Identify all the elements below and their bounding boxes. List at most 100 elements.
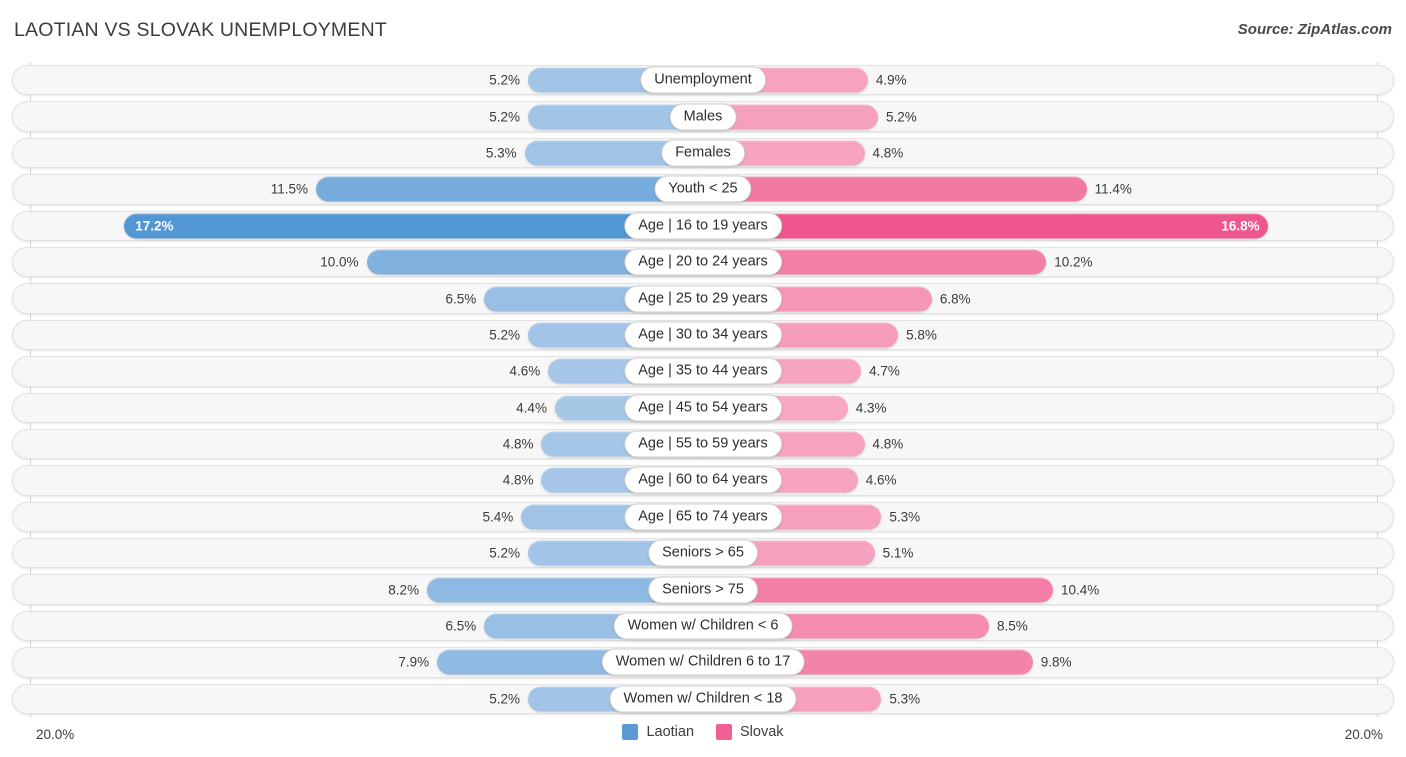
value-label-slovak: 5.3% — [889, 509, 921, 525]
value-label-slovak: 4.7% — [869, 363, 900, 379]
chart-row: 4.6% 4.7% Age | 35 to 44 years — [0, 353, 1406, 389]
chart-header: LAOTIAN VS SLOVAK UNEMPLOYMENT Source: Z… — [0, 0, 1406, 62]
chart-row: 4.4% 4.3% Age | 45 to 54 years — [0, 390, 1406, 426]
value-label-slovak: 11.4% — [1094, 181, 1132, 197]
row-bars: 5.3% 4.8% Females — [0, 135, 1406, 171]
value-label-slovak: 8.5% — [997, 618, 1028, 634]
value-label-slovak: 4.8% — [872, 436, 904, 452]
row-category-label: Age | 16 to 19 years — [624, 212, 782, 240]
bar-laotian[interactable] — [316, 176, 703, 202]
value-label-laotian: 5.2% — [489, 545, 521, 561]
row-bars: 17.2% 16.8% Age | 16 to 19 years — [0, 208, 1406, 244]
row-category-label: Age | 30 to 34 years — [624, 321, 782, 349]
row-bars: 5.2% 5.3% Women w/ Children < 18 — [0, 681, 1406, 717]
value-label-slovak: 5.3% — [889, 691, 921, 707]
chart-row: 6.5% 6.8% Age | 25 to 29 years — [0, 280, 1406, 316]
row-bars: 6.5% 6.8% Age | 25 to 29 years — [0, 280, 1406, 316]
row-category-label: Unemployment — [640, 66, 766, 94]
legend-item[interactable]: Laotian — [622, 724, 694, 740]
value-label-laotian: 5.2% — [489, 327, 521, 343]
row-category-label: Age | 45 to 54 years — [624, 394, 782, 422]
value-label-laotian: 6.5% — [445, 290, 477, 306]
chart-row: 17.2% 16.8% Age | 16 to 19 years — [0, 208, 1406, 244]
row-bars: 5.2% 5.1% Seniors > 65 — [0, 535, 1406, 571]
chart-row: 4.8% 4.6% Age | 60 to 64 years — [0, 462, 1406, 498]
row-category-label: Seniors > 65 — [648, 539, 758, 567]
value-label-laotian: 10.0% — [320, 254, 359, 270]
value-label-laotian: 5.3% — [485, 145, 517, 161]
value-label-slovak: 9.8% — [1040, 654, 1072, 670]
row-bars: 11.5% 11.4% Youth < 25 — [0, 171, 1406, 207]
bar-slovak[interactable] — [703, 213, 1269, 239]
row-category-label: Seniors > 75 — [648, 576, 758, 604]
value-label-slovak: 10.2% — [1054, 254, 1093, 270]
value-label-laotian: 17.2% — [135, 218, 174, 233]
row-category-label: Females — [661, 139, 745, 167]
value-label-slovak: 5.1% — [882, 545, 914, 561]
value-label-slovak: 4.8% — [872, 145, 904, 161]
chart-footer: 20.0% 20.0% Laotian Slovak — [0, 717, 1406, 757]
chart-row: 5.2% 5.1% Seniors > 65 — [0, 535, 1406, 571]
value-label-slovak: 10.4% — [1060, 581, 1100, 597]
chart-row: 8.2% 10.4% Seniors > 75 — [0, 571, 1406, 607]
row-bars: 7.9% 9.8% Women w/ Children 6 to 17 — [0, 644, 1406, 680]
row-bars: 4.8% 4.8% Age | 55 to 59 years — [0, 426, 1406, 462]
bar-laotian[interactable] — [124, 213, 703, 239]
chart-row: 10.0% 10.2% Age | 20 to 24 years — [0, 244, 1406, 280]
legend-swatch-icon — [716, 724, 733, 740]
page-title: LAOTIAN VS SLOVAK UNEMPLOYMENT — [14, 19, 387, 41]
row-category-label: Women w/ Children < 18 — [609, 685, 797, 713]
value-label-slovak: 5.2% — [885, 108, 917, 124]
value-label-laotian: 5.4% — [482, 509, 514, 525]
value-label-laotian: 4.8% — [502, 436, 534, 452]
value-label-slovak: 6.8% — [939, 290, 971, 306]
value-label-slovak: 4.3% — [855, 399, 887, 415]
row-bars: 4.8% 4.6% Age | 60 to 64 years — [0, 462, 1406, 498]
row-bars: 8.2% 10.4% Seniors > 75 — [0, 571, 1406, 607]
row-bars: 4.4% 4.3% Age | 45 to 54 years — [0, 390, 1406, 426]
chart-legend: Laotian Slovak — [0, 724, 1406, 740]
row-category-label: Age | 65 to 74 years — [624, 503, 782, 531]
row-category-label: Age | 60 to 64 years — [624, 466, 782, 494]
value-label-laotian: 4.4% — [516, 399, 547, 415]
row-category-label: Women w/ Children < 6 — [613, 612, 793, 640]
chart-row: 6.5% 8.5% Women w/ Children < 6 — [0, 608, 1406, 644]
row-category-label: Women w/ Children 6 to 17 — [601, 648, 805, 676]
value-label-laotian: 7.9% — [398, 654, 430, 670]
value-label-laotian: 8.2% — [388, 581, 420, 597]
chart-row: 5.2% 4.9% Unemployment — [0, 62, 1406, 98]
chart-row: 7.9% 9.8% Women w/ Children 6 to 17 — [0, 644, 1406, 680]
bar-slovak[interactable] — [703, 176, 1087, 202]
value-label-laotian: 11.5% — [270, 181, 309, 197]
row-category-label: Youth < 25 — [654, 175, 752, 203]
chart-row: 11.5% 11.4% Youth < 25 — [0, 171, 1406, 207]
chart-row: 5.2% 5.2% Males — [0, 98, 1406, 134]
legend-item[interactable]: Slovak — [716, 724, 784, 740]
row-bars: 4.6% 4.7% Age | 35 to 44 years — [0, 353, 1406, 389]
value-label-laotian: 5.2% — [489, 691, 521, 707]
value-label-laotian: 5.2% — [489, 108, 521, 124]
row-bars: 5.2% 5.8% Age | 30 to 34 years — [0, 317, 1406, 353]
row-category-label: Age | 55 to 59 years — [624, 430, 782, 458]
value-label-laotian: 5.2% — [489, 72, 521, 88]
value-label-laotian: 4.6% — [509, 363, 541, 379]
chart-row: 4.8% 4.8% Age | 55 to 59 years — [0, 426, 1406, 462]
chart-row: 5.2% 5.8% Age | 30 to 34 years — [0, 317, 1406, 353]
row-category-label: Males — [669, 103, 737, 131]
chart-plot-area: 5.2% 4.9% Unemployment 5.2% 5.2% Males 5.3% 4.8… — [0, 62, 1406, 717]
row-category-label: Age | 35 to 44 years — [624, 357, 782, 385]
row-bars: 5.2% 5.2% Males — [0, 98, 1406, 134]
row-bars: 5.4% 5.3% Age | 65 to 74 years — [0, 499, 1406, 535]
row-bars: 10.0% 10.2% Age | 20 to 24 years — [0, 244, 1406, 280]
value-label-slovak: 4.6% — [865, 472, 897, 488]
row-category-label: Age | 25 to 29 years — [624, 285, 782, 313]
value-label-laotian: 6.5% — [445, 618, 477, 634]
legend-swatch-icon — [622, 724, 639, 740]
source-attribution: Source: ZipAtlas.com — [1237, 21, 1392, 38]
value-label-slovak: 16.8% — [1221, 218, 1260, 233]
row-category-label: Age | 20 to 24 years — [624, 248, 782, 276]
chart-row: 5.2% 5.3% Women w/ Children < 18 — [0, 681, 1406, 717]
row-bars: 5.2% 4.9% Unemployment — [0, 62, 1406, 98]
row-bars: 6.5% 8.5% Women w/ Children < 6 — [0, 608, 1406, 644]
chart-rows: 5.2% 4.9% Unemployment 5.2% 5.2% Males 5.3% 4.8… — [0, 62, 1406, 717]
